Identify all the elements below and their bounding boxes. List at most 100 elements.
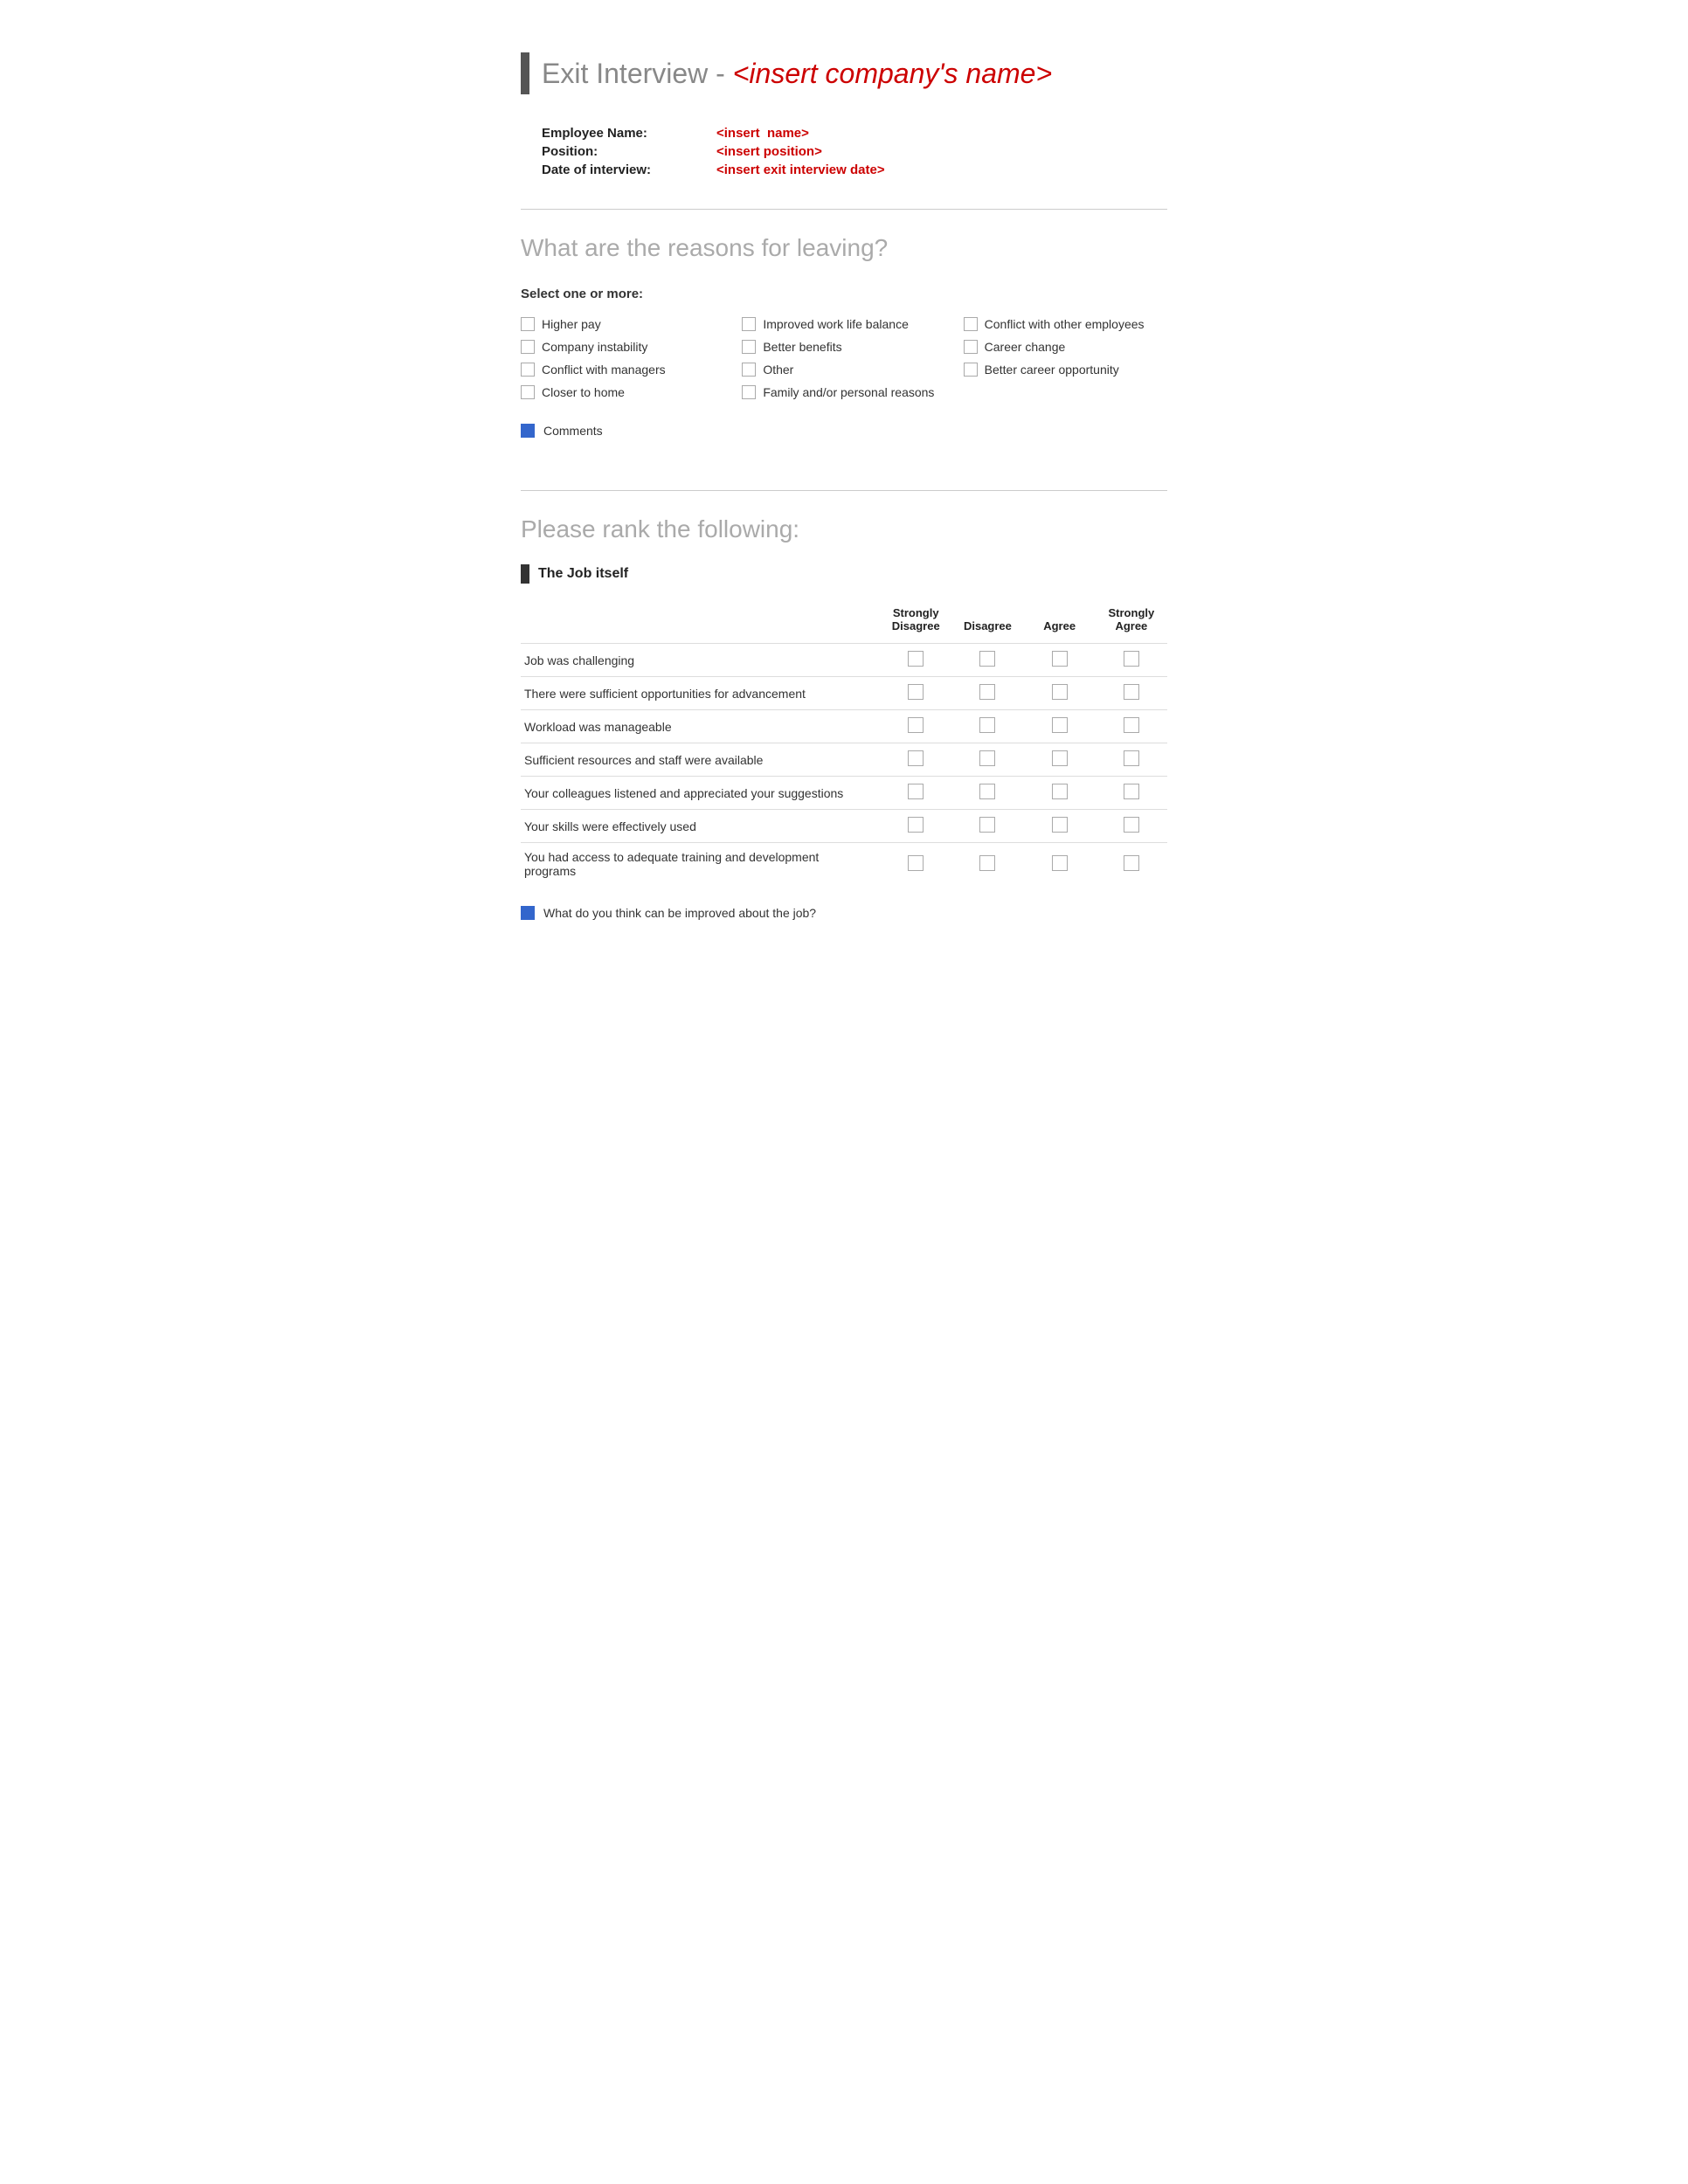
cell-advancement-sa[interactable]: [1096, 677, 1167, 710]
checkbox-conflict-employees[interactable]: Conflict with other employees: [964, 317, 1167, 331]
table-row: Workload was manageable: [521, 710, 1167, 743]
position-label: Position:: [542, 144, 716, 159]
row-label-skills: Your skills were effectively used: [521, 810, 880, 843]
row-label-colleagues: Your colleagues listened and appreciated…: [521, 777, 880, 810]
table-row: Your colleagues listened and appreciated…: [521, 777, 1167, 810]
checkbox-box-higher-pay[interactable]: [521, 317, 535, 331]
cell-resources-sd[interactable]: [880, 743, 951, 777]
cell-challenging-sa[interactable]: [1096, 644, 1167, 677]
cell-challenging-d[interactable]: [951, 644, 1023, 677]
checkbox-company-instability[interactable]: Company instability: [521, 340, 724, 354]
select-label: Select one or more:: [521, 287, 1167, 301]
checkbox-box-conflict-employees[interactable]: [964, 317, 978, 331]
checkbox-label-better-benefits: Better benefits: [763, 340, 841, 354]
checkbox-label-conflict-managers: Conflict with managers: [542, 363, 666, 377]
cell-training-d[interactable]: [951, 843, 1023, 886]
date-value[interactable]: <insert exit interview date>: [716, 162, 885, 177]
cell-training-sd[interactable]: [880, 843, 951, 886]
cell-workload-a[interactable]: [1024, 710, 1096, 743]
cell-skills-a[interactable]: [1024, 810, 1096, 843]
improvement-row: What do you think can be improved about …: [521, 906, 1167, 920]
checkbox-label-family-personal: Family and/or personal reasons: [763, 385, 934, 399]
comments-row: Comments: [521, 424, 1167, 438]
cell-resources-d[interactable]: [951, 743, 1023, 777]
cell-colleagues-sa[interactable]: [1096, 777, 1167, 810]
cell-workload-sa[interactable]: [1096, 710, 1167, 743]
sub-title-bar-icon: [521, 564, 529, 584]
cell-colleagues-a[interactable]: [1024, 777, 1096, 810]
title-bar-icon: [521, 52, 529, 94]
checkbox-box-family-personal[interactable]: [742, 385, 756, 399]
row-label-resources: Sufficient resources and staff were avai…: [521, 743, 880, 777]
checkbox-closer-home[interactable]: Closer to home: [521, 385, 724, 399]
divider-2: [521, 490, 1167, 491]
title-company-placeholder: <insert company's name>: [733, 58, 1052, 89]
checkbox-higher-pay[interactable]: Higher pay: [521, 317, 724, 331]
table-header-row: StronglyDisagree Disagree Agree Strongly…: [521, 601, 1167, 644]
checkbox-box-better-career[interactable]: [964, 363, 978, 377]
table-row: Sufficient resources and staff were avai…: [521, 743, 1167, 777]
checkbox-conflict-managers[interactable]: Conflict with managers: [521, 363, 724, 377]
comments-blue-icon: [521, 424, 535, 438]
checkbox-box-better-benefits[interactable]: [742, 340, 756, 354]
checkbox-box-improved-wlb[interactable]: [742, 317, 756, 331]
checkbox-career-change[interactable]: Career change: [964, 340, 1167, 354]
cell-workload-d[interactable]: [951, 710, 1023, 743]
checkbox-improved-wlb[interactable]: Improved work life balance: [742, 317, 945, 331]
cell-resources-sa[interactable]: [1096, 743, 1167, 777]
cell-resources-a[interactable]: [1024, 743, 1096, 777]
divider-1: [521, 209, 1167, 210]
checkbox-label-closer-home: Closer to home: [542, 385, 625, 399]
th-strongly-disagree: StronglyDisagree: [880, 601, 951, 644]
cell-advancement-a[interactable]: [1024, 677, 1096, 710]
comments-label: Comments: [543, 424, 603, 438]
improvement-blue-icon: [521, 906, 535, 920]
checkbox-label-company-instability: Company instability: [542, 340, 647, 354]
cell-skills-sd[interactable]: [880, 810, 951, 843]
checkbox-better-benefits[interactable]: Better benefits: [742, 340, 945, 354]
cell-colleagues-sd[interactable]: [880, 777, 951, 810]
checkbox-box-conflict-managers[interactable]: [521, 363, 535, 377]
row-label-workload: Workload was manageable: [521, 710, 880, 743]
cell-advancement-d[interactable]: [951, 677, 1023, 710]
checkbox-grid: Higher pay Improved work life balance Co…: [521, 317, 1167, 399]
cell-training-a[interactable]: [1024, 843, 1096, 886]
page-title: Exit Interview - <insert company's name>: [542, 58, 1052, 90]
checkbox-other[interactable]: Other: [742, 363, 945, 377]
checkbox-label-conflict-employees: Conflict with other employees: [985, 317, 1145, 331]
page-title-container: Exit Interview - <insert company's name>: [521, 52, 1167, 94]
checkbox-family-personal[interactable]: Family and/or personal reasons: [742, 385, 945, 399]
cell-skills-sa[interactable]: [1096, 810, 1167, 843]
checkbox-box-closer-home[interactable]: [521, 385, 535, 399]
table-row: Job was challenging: [521, 644, 1167, 677]
improvement-label: What do you think can be improved about …: [543, 906, 816, 920]
position-value[interactable]: <insert position>: [716, 144, 822, 159]
employee-name-value[interactable]: <insert name>: [716, 126, 809, 141]
cell-training-sa[interactable]: [1096, 843, 1167, 886]
date-label: Date of interview:: [542, 162, 716, 177]
subsection-job-title: The Job itself: [521, 564, 1167, 584]
cell-challenging-sd[interactable]: [880, 644, 951, 677]
checkbox-box-other[interactable]: [742, 363, 756, 377]
cell-skills-d[interactable]: [951, 810, 1023, 843]
table-row: Your skills were effectively used: [521, 810, 1167, 843]
checkbox-box-company-instability[interactable]: [521, 340, 535, 354]
th-label: [521, 601, 880, 644]
cell-advancement-sd[interactable]: [880, 677, 951, 710]
checkbox-label-improved-wlb: Improved work life balance: [763, 317, 909, 331]
employee-name-row: Employee Name: <insert name>: [542, 126, 1167, 141]
table-row: There were sufficient opportunities for …: [521, 677, 1167, 710]
cell-colleagues-d[interactable]: [951, 777, 1023, 810]
table-row: You had access to adequate training and …: [521, 843, 1167, 886]
rating-table: StronglyDisagree Disagree Agree Strongly…: [521, 601, 1167, 885]
checkbox-label-better-career: Better career opportunity: [985, 363, 1119, 377]
cell-challenging-a[interactable]: [1024, 644, 1096, 677]
checkbox-label-other: Other: [763, 363, 793, 377]
cell-workload-sd[interactable]: [880, 710, 951, 743]
row-label-challenging: Job was challenging: [521, 644, 880, 677]
checkbox-box-career-change[interactable]: [964, 340, 978, 354]
subsection-job-label: The Job itself: [538, 566, 628, 582]
checkbox-better-career[interactable]: Better career opportunity: [964, 363, 1167, 377]
checkbox-label-higher-pay: Higher pay: [542, 317, 601, 331]
section1-heading: What are the reasons for leaving?: [521, 234, 1167, 262]
